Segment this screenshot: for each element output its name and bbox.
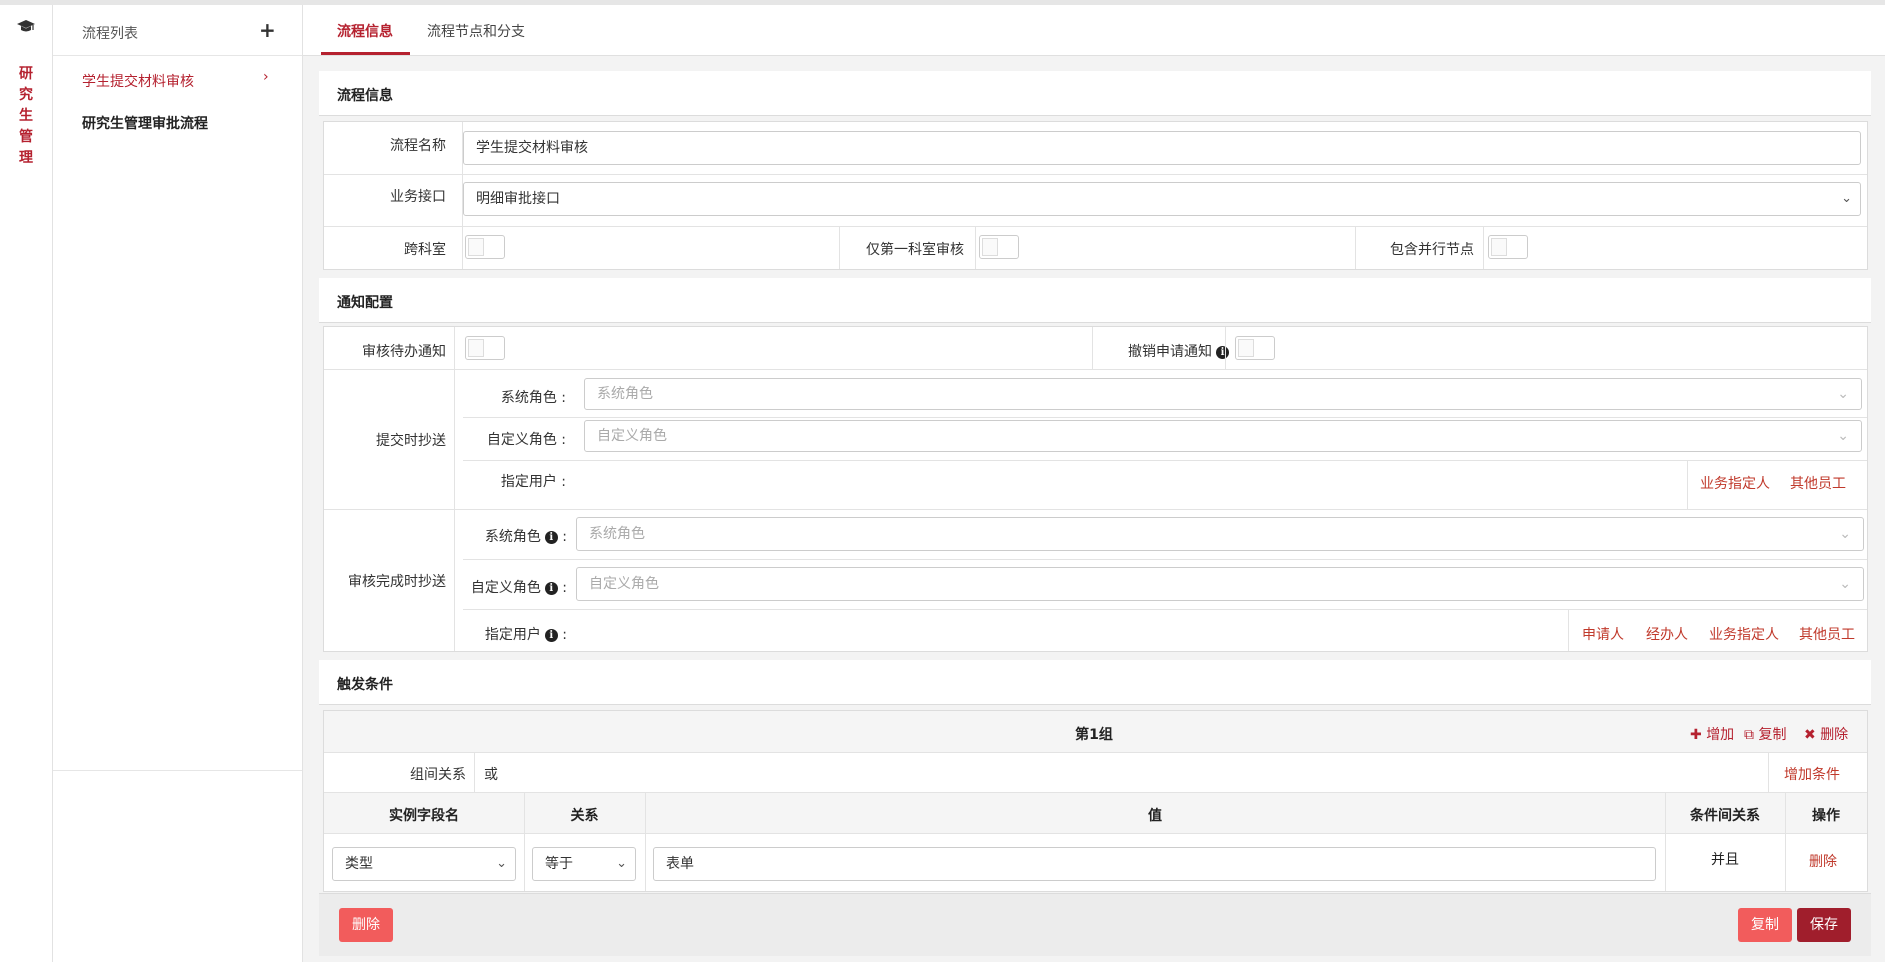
copy-icon: ⧉ bbox=[1744, 727, 1754, 743]
group-add-button[interactable]: ✚ 增加 bbox=[1690, 724, 1734, 744]
tab-bar: 流程信息 流程节点和分支 bbox=[303, 5, 1885, 56]
tab-nodes-branches[interactable]: 流程节点和分支 bbox=[427, 21, 525, 41]
info-icon[interactable]: i bbox=[544, 582, 558, 595]
parallel-node-label: 包含并行节点 bbox=[1390, 242, 1474, 258]
chevron-down-icon: ⌄ bbox=[1837, 428, 1849, 444]
api-label: 业务接口 bbox=[390, 189, 446, 205]
revoke-notify-toggle[interactable] bbox=[1235, 336, 1275, 360]
process-list-panel: 流程列表 + 学生提交材料审核 › 研究生管理审批流程 bbox=[53, 5, 303, 962]
save-button[interactable]: 保存 bbox=[1797, 908, 1851, 942]
chevron-down-icon: ⌄ bbox=[1841, 191, 1852, 206]
chevron-down-icon: ⌄ bbox=[1839, 526, 1851, 542]
module-label[interactable]: 研 究 生 管 理 bbox=[0, 64, 52, 169]
business-api-select[interactable]: 明细审批接口 ⌄ bbox=[463, 182, 1861, 216]
chevron-down-icon: ⌄ bbox=[496, 856, 507, 871]
group-relation-value[interactable]: 或 bbox=[484, 764, 498, 784]
pending-notify-toggle[interactable] bbox=[465, 336, 505, 360]
delete-button[interactable]: 删除 bbox=[339, 908, 393, 942]
revoke-notify-label: 撤销申请通知 i bbox=[1104, 341, 1229, 361]
complete-biz-assignee-link[interactable]: 业务指定人 bbox=[1709, 624, 1779, 644]
complete-sys-role-label: 系统角色 i : bbox=[484, 529, 567, 545]
name-label: 流程名称 bbox=[390, 138, 446, 154]
submit-custom-role-label: 自定义角色 : bbox=[486, 432, 566, 448]
process-item-active[interactable]: 学生提交材料审核 › bbox=[53, 57, 302, 101]
section-title: 通知配置 bbox=[337, 295, 393, 311]
column-relation: 关系 bbox=[570, 808, 599, 824]
add-condition-link[interactable]: 增加条件 bbox=[1784, 764, 1840, 784]
complete-sys-role-select[interactable]: 系统角色 ⌄ bbox=[576, 517, 1864, 551]
section-title: 流程信息 bbox=[337, 88, 393, 104]
submit-user-label: 指定用户 : bbox=[500, 474, 566, 490]
cross-dept-label: 跨科室 bbox=[404, 242, 446, 258]
notify-form: 审核待办通知 撤销申请通知 i 提交时抄送 系统角色 : 系统角色 ⌄ 自定义角色 … bbox=[323, 326, 1868, 652]
condition-value-input[interactable]: 表单 bbox=[653, 847, 1656, 881]
submit-custom-role-select[interactable]: 自定义角色 ⌄ bbox=[584, 420, 1862, 452]
group-delete-button[interactable]: ✖ 删除 bbox=[1804, 724, 1848, 744]
complete-other-staff-link[interactable]: 其他员工 bbox=[1799, 624, 1855, 644]
add-process-icon[interactable]: + bbox=[259, 18, 276, 42]
pending-notify-label: 审核待办通知 bbox=[362, 344, 446, 360]
group-copy-button[interactable]: ⧉ 复制 bbox=[1744, 724, 1786, 744]
section-trigger: 触发条件 bbox=[319, 660, 1871, 705]
process-list-title: 流程列表 bbox=[82, 26, 138, 42]
delete-row-link[interactable]: 删除 bbox=[1809, 851, 1837, 871]
column-action: 操作 bbox=[1812, 808, 1840, 824]
chevron-down-icon: ⌄ bbox=[1839, 576, 1851, 592]
info-icon[interactable]: i bbox=[1216, 346, 1229, 359]
relation-select[interactable]: 等于 ⌄ bbox=[532, 847, 636, 881]
section-process-info: 流程信息 bbox=[319, 71, 1871, 116]
active-tab-indicator bbox=[321, 52, 410, 55]
process-item-label: 研究生管理审批流程 bbox=[82, 116, 208, 132]
complete-custom-role-label: 自定义角色 i : bbox=[470, 580, 567, 596]
complete-cc-label: 审核完成时抄送 bbox=[348, 574, 446, 590]
first-dept-only-toggle[interactable] bbox=[979, 235, 1019, 259]
submit-other-staff-link[interactable]: 其他员工 bbox=[1790, 473, 1846, 493]
chevron-down-icon: ⌄ bbox=[616, 856, 627, 871]
submit-cc-label: 提交时抄送 bbox=[376, 433, 446, 449]
tab-process-info[interactable]: 流程信息 bbox=[337, 21, 393, 41]
condition-logic-value[interactable]: 并且 bbox=[1665, 849, 1785, 869]
section-title: 触发条件 bbox=[337, 677, 393, 693]
submit-sys-role-label: 系统角色 : bbox=[500, 390, 566, 406]
graduation-cap-icon[interactable] bbox=[16, 19, 36, 39]
process-list-header: 流程列表 + bbox=[53, 5, 302, 56]
group-title: 第1组 bbox=[1075, 727, 1113, 743]
column-logic: 条件间关系 bbox=[1690, 808, 1760, 824]
process-info-form: 流程名称 学生提交材料审核 业务接口 明细审批接口 ⌄ 跨科室 仅第一科室审核 … bbox=[323, 121, 1868, 270]
cross-dept-toggle[interactable] bbox=[465, 235, 505, 259]
form-footer: 删除 复制 保存 bbox=[319, 893, 1871, 956]
field-name-select[interactable]: 类型 ⌄ bbox=[332, 847, 516, 881]
parallel-node-toggle[interactable] bbox=[1488, 235, 1528, 259]
complete-custom-role-select[interactable]: 自定义角色 ⌄ bbox=[576, 567, 1864, 601]
chevron-right-icon: › bbox=[263, 69, 269, 85]
submit-sys-role-select[interactable]: 系统角色 ⌄ bbox=[584, 378, 1862, 410]
app-rail: 研 究 生 管 理 bbox=[0, 5, 53, 962]
condition-group: 第1组 ✚ 增加 ⧉ 复制 ✖ 删除 组间关系 或 增加条件 实例字段名 关系 … bbox=[323, 710, 1868, 892]
chevron-down-icon: ⌄ bbox=[1837, 386, 1849, 402]
group-relation-label: 组间关系 bbox=[410, 767, 466, 783]
first-dept-only-label: 仅第一科室审核 bbox=[866, 242, 964, 258]
info-icon[interactable]: i bbox=[544, 531, 558, 544]
process-item-label: 学生提交材料审核 bbox=[82, 74, 194, 90]
column-field-name: 实例字段名 bbox=[389, 808, 459, 824]
column-value: 值 bbox=[1148, 808, 1162, 824]
copy-button[interactable]: 复制 bbox=[1738, 908, 1792, 942]
info-icon[interactable]: i bbox=[544, 629, 558, 642]
complete-user-label: 指定用户 i : bbox=[484, 627, 567, 643]
process-item[interactable]: 研究生管理审批流程 bbox=[53, 99, 302, 143]
submit-biz-assignee-link[interactable]: 业务指定人 bbox=[1700, 473, 1770, 493]
complete-applicant-link[interactable]: 申请人 bbox=[1582, 624, 1624, 644]
complete-handler-link[interactable]: 经办人 bbox=[1646, 624, 1688, 644]
process-name-input[interactable]: 学生提交材料审核 bbox=[463, 131, 1861, 165]
section-notify: 通知配置 bbox=[319, 278, 1871, 323]
